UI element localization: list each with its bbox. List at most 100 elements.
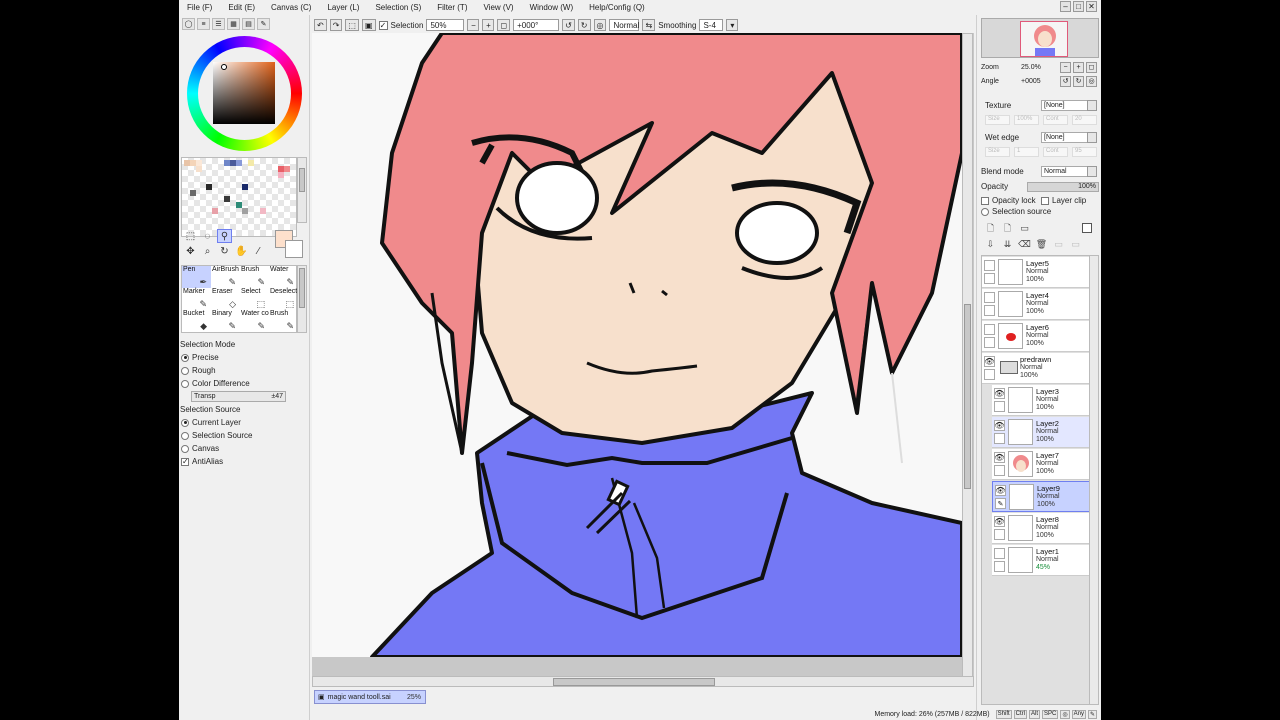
tool-eraser[interactable]: Eraser ◇ xyxy=(211,288,240,310)
invert-selection-icon[interactable]: ▣ xyxy=(361,19,376,31)
tool-brush-2[interactable]: Brush ✎ xyxy=(269,310,298,332)
move-icon[interactable]: ✥ xyxy=(183,244,198,258)
visibility-toggle[interactable]: 👁 xyxy=(994,388,1005,399)
tool-pen[interactable]: Pen ✒ xyxy=(182,266,211,288)
close-button[interactable]: ✕ xyxy=(1086,1,1097,12)
layer-list-scrollbar[interactable] xyxy=(1089,256,1098,704)
nav-zoom-in-icon[interactable]: + xyxy=(1073,61,1084,73)
source-selection-source-radio[interactable]: Selection Source xyxy=(179,429,309,442)
visibility-toggle[interactable]: 👁 xyxy=(994,452,1005,463)
lock-toggle[interactable] xyxy=(994,401,1005,412)
clear-layer-icon[interactable]: ⌫ xyxy=(1018,239,1031,250)
smoothing-dropdown-arrow-icon[interactable]: ▾ xyxy=(726,19,739,31)
selection-checkbox[interactable]: ✓ xyxy=(378,20,388,30)
visibility-toggle[interactable]: 👁 xyxy=(995,485,1006,496)
visibility-toggle[interactable]: 👁 xyxy=(994,516,1005,527)
zoom-out-icon[interactable]: − xyxy=(467,19,480,31)
navigator-preview[interactable] xyxy=(981,18,1099,58)
lock-toggle[interactable] xyxy=(984,337,995,348)
canvas-horizontal-scrollbar[interactable] xyxy=(312,676,974,687)
layer-row[interactable]: Layer1 Normal 45% xyxy=(992,545,1090,576)
nav-zoom-out-icon[interactable]: − xyxy=(1060,61,1071,73)
scratchpad-tab-icon[interactable]: ▤ xyxy=(242,18,255,30)
wet-edge-dropdown-arrow-icon[interactable] xyxy=(1087,132,1097,143)
lasso-icon[interactable]: ◌ xyxy=(200,229,215,243)
lock-toggle[interactable] xyxy=(984,369,995,380)
rotate-icon[interactable]: ↻ xyxy=(217,244,232,258)
nav-rotate-reset-icon[interactable]: ◎ xyxy=(1086,75,1097,87)
deselect-button-icon[interactable]: ⬚ xyxy=(345,19,359,31)
canvas-vertical-scrollbar[interactable] xyxy=(962,33,973,677)
menu-filter[interactable]: Filter (T) xyxy=(437,3,467,12)
rotate-left-icon[interactable]: ↺ xyxy=(562,19,575,31)
mode-color-difference-radio[interactable]: Color Difference xyxy=(179,377,309,390)
transparency-slider[interactable]: Transp ±47 xyxy=(191,391,286,402)
rotate-reset-icon[interactable]: ◎ xyxy=(593,19,607,31)
tool-brush[interactable]: Brush ✎ xyxy=(240,266,269,288)
tool-binary[interactable]: Binary ✎ xyxy=(211,310,240,332)
canvas-area[interactable] xyxy=(312,33,974,679)
menu-window[interactable]: Window (W) xyxy=(530,3,574,12)
menu-view[interactable]: View (V) xyxy=(483,3,513,12)
lock-toggle[interactable] xyxy=(984,273,995,284)
selection-source-checkbox[interactable]: Selection source xyxy=(981,206,1051,217)
wet-edge-dropdown[interactable]: [None] xyxy=(1041,132,1089,143)
menu-selection[interactable]: Selection (S) xyxy=(375,3,421,12)
texture-dropdown-arrow-icon[interactable] xyxy=(1087,100,1097,111)
layer-row-selected[interactable]: 👁 ✎ Layer9 Normal 100% xyxy=(992,481,1090,512)
lock-toggle[interactable] xyxy=(994,561,1005,572)
opacity-slider[interactable]: 100% xyxy=(1027,181,1099,192)
rect-select-icon[interactable]: ⬚ xyxy=(183,229,198,243)
tool-airbrush[interactable]: AirBrush ✎ xyxy=(211,266,240,288)
lock-toggle[interactable] xyxy=(994,433,1005,444)
drawing-canvas[interactable] xyxy=(312,33,962,657)
angle-field[interactable]: +000° xyxy=(513,19,560,31)
rgb-slider-tab-icon[interactable]: ≡ xyxy=(197,18,210,30)
tool-marker[interactable]: Marker ✎ xyxy=(182,288,211,310)
layer-row[interactable]: Layer6 Normal 100% xyxy=(982,321,1090,352)
hand-icon[interactable]: ✋ xyxy=(234,244,249,258)
lock-toggle[interactable] xyxy=(994,529,1005,540)
opacity-lock-checkbox[interactable]: Opacity lock xyxy=(981,195,1036,206)
minimize-button[interactable]: – xyxy=(1060,1,1071,12)
tool-select[interactable]: Select ⬚ xyxy=(240,288,269,310)
magic-wand-icon[interactable]: ⚲ xyxy=(217,229,232,243)
smoothing-dropdown[interactable]: S-4 xyxy=(699,19,724,31)
zoom-in-icon[interactable]: + xyxy=(482,19,495,31)
tools-scrollbar[interactable] xyxy=(297,265,307,333)
texture-dropdown[interactable]: [None] xyxy=(1041,100,1089,111)
mode-precise-radio[interactable]: Precise xyxy=(179,351,309,364)
zoom-field[interactable]: 50% xyxy=(426,19,465,31)
swatches-tab-icon[interactable]: ▦ xyxy=(227,18,240,30)
menu-layer[interactable]: Layer (L) xyxy=(327,3,359,12)
layer-row[interactable]: 👁 Layer3 Normal 100% xyxy=(992,385,1090,416)
new-folder-icon[interactable]: ▭ xyxy=(1019,223,1030,234)
maximize-button[interactable]: □ xyxy=(1073,1,1084,12)
layer-panel-toggle-icon[interactable] xyxy=(1082,223,1092,233)
layer-row[interactable]: 👁 Layer8 Normal 100% xyxy=(992,513,1090,544)
eyedropper-icon[interactable]: ⁄ xyxy=(251,244,266,258)
antialias-checkbox[interactable]: ✓ AntiAlias xyxy=(179,455,309,468)
menu-file[interactable]: File (F) xyxy=(187,3,212,12)
zoom-icon[interactable]: ⌕ xyxy=(200,244,215,258)
tool-water[interactable]: Water ✎ xyxy=(269,266,298,288)
visibility-toggle[interactable]: 👁 xyxy=(984,356,995,367)
lock-toggle[interactable]: ✎ xyxy=(995,498,1006,509)
color-wheel-tab-icon[interactable]: ◯ xyxy=(182,18,195,30)
user-color-tab-icon[interactable]: ✎ xyxy=(257,18,270,30)
visibility-toggle[interactable]: 👁 xyxy=(994,420,1005,431)
swatches-scrollbar[interactable] xyxy=(297,157,307,223)
color-swatches[interactable] xyxy=(181,157,297,237)
merge-down-icon[interactable]: ⇊ xyxy=(1002,239,1013,250)
transfer-down-icon[interactable]: ⇩ xyxy=(985,239,996,250)
new-linework-layer-icon[interactable]: 🗋 xyxy=(1002,223,1013,234)
new-layer-icon[interactable]: 🗋 xyxy=(985,223,996,234)
layer-row[interactable]: Layer4 Normal 100% xyxy=(982,289,1090,320)
rotate-right-icon[interactable]: ↻ xyxy=(577,19,591,31)
visibility-toggle[interactable] xyxy=(984,292,995,303)
tool-bucket[interactable]: Bucket ◆ xyxy=(182,310,211,332)
blend-mode-dropdown[interactable]: Normal xyxy=(609,19,640,31)
visibility-toggle[interactable] xyxy=(984,260,995,271)
nav-zoom-fit-icon[interactable]: ◻ xyxy=(1086,61,1097,73)
menu-help-config[interactable]: Help/Config (Q) xyxy=(589,3,645,12)
